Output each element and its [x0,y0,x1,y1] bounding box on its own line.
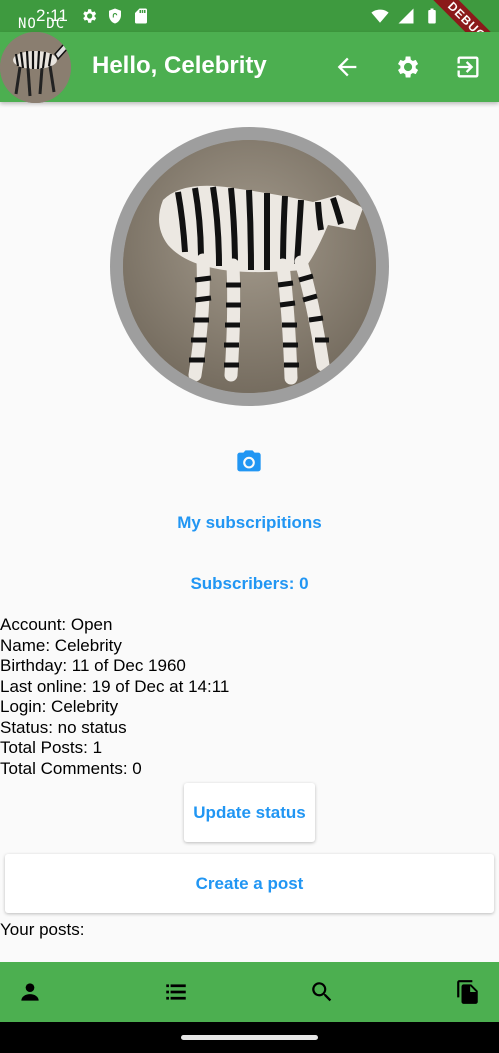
app-bar: Hello, Celebrity [0,32,499,103]
zebra-profile-image [123,140,376,393]
your-posts-heading: Your posts: [0,920,85,939]
system-navigation-bar [0,1022,499,1053]
status-bar: 2:11 NO DC DEBUG [0,0,499,70]
status-icons-left [80,7,150,25]
list-icon[interactable] [163,979,189,1005]
app-bar-avatar[interactable] [0,32,71,103]
gear-icon[interactable] [393,53,421,81]
account-info: Account: Open Name: Celebrity Birthday: … [0,615,229,779]
info-total-comments: Total Comments: 0 [0,758,142,778]
documents-icon[interactable] [455,979,481,1005]
bottom-navigation [0,962,499,1022]
home-gesture-handle[interactable] [181,1035,318,1040]
search-icon[interactable] [309,979,335,1005]
profile-picture-frame [110,127,389,406]
my-subscriptions-button[interactable]: My subscripitions [0,513,499,533]
camera-icon[interactable] [235,448,263,476]
create-post-button[interactable]: Create a post [5,854,494,913]
info-birthday: Birthday: 11 of Dec 1960 [0,656,186,675]
shield-icon [106,7,124,25]
profile-picture[interactable] [123,140,376,393]
logout-icon[interactable] [454,53,482,81]
status-icons-right [371,7,441,25]
info-name: Name: Celebrity [0,635,122,655]
sd-card-icon [132,7,150,25]
subscribers-button[interactable]: Subscribers: 0 [0,574,499,594]
info-login: Login: Celebrity [0,697,119,716]
signal-icon [397,7,415,25]
wifi-icon [371,7,389,25]
app-bar-title: Hello, Celebrity [92,52,267,79]
info-last-online: Last online: 19 of Dec at 14:11 [0,676,230,696]
back-arrow-icon[interactable] [333,53,361,81]
person-icon[interactable] [17,979,43,1005]
settings-icon [80,7,98,25]
battery-icon [423,7,441,25]
info-account: Account: Open [0,615,113,634]
info-total-posts: Total Posts: 1 [0,738,103,757]
info-status: Status: no status [0,717,127,737]
zebra-avatar-image [0,32,71,103]
no-dc-watermark: NO DC [18,16,66,32]
update-status-button[interactable]: Update status [184,783,315,842]
profile-screen: 2:11 NO DC DEBUG Hello, Celebrity My sub… [0,0,499,1053]
